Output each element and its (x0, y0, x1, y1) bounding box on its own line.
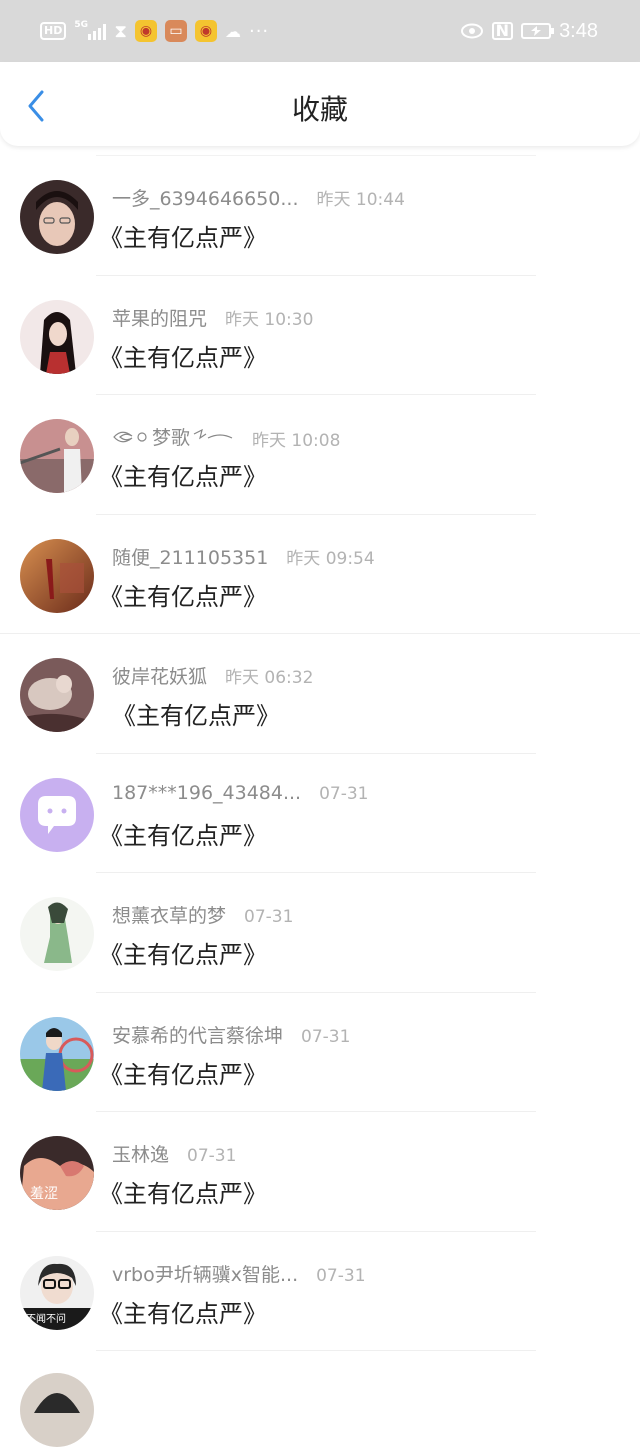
username[interactable]: 苹果的阻咒 (112, 304, 207, 331)
favorite-content[interactable]: 《主有亿点严》 (99, 338, 267, 373)
favorite-content[interactable]: 《主有亿点严》 (99, 1174, 267, 1209)
favorite-content[interactable]: 《主有亿点严》 (99, 577, 267, 612)
list-item[interactable]: 想薰衣草的梦 07-31 《主有亿点严》 (20, 872, 536, 992)
hourglass-icon: ⧗ (114, 20, 127, 42)
avatar[interactable]: 不闻不问 (20, 1255, 94, 1330)
favorite-content[interactable]: 《主有亿点严》 (99, 935, 267, 970)
item-meta: 一多_6394646650... 昨天 10:44 (112, 184, 405, 211)
item-meta: 梦歌 昨天 10:08 (112, 423, 340, 451)
timestamp: 昨天 09:54 (286, 548, 375, 569)
favorite-content[interactable]: 《主有亿点严》 (99, 1294, 267, 1329)
item-meta: 随便_211105351 昨天 09:54 (112, 543, 375, 570)
list-item[interactable]: 一多_6394646650... 昨天 10:44 《主有亿点严》 (20, 155, 536, 275)
item-meta: 苹果的阻咒 昨天 10:30 (112, 304, 313, 331)
timestamp: 07-31 (187, 1146, 237, 1166)
list-item[interactable]: 不闻不问 vrbo尹圻辆骥x智能... 07-31 《主有亿点严》 (20, 1230, 536, 1351)
list-item[interactable]: 梦歌 昨天 10:08 《主有亿点严》 (20, 394, 536, 514)
page-title: 收藏 (291, 93, 348, 126)
item-meta: 想薰衣草的梦 07-31 (112, 901, 293, 928)
timestamp: 昨天 10:08 (252, 430, 341, 451)
timestamp: 07-31 (319, 783, 369, 804)
status-bar: HD 5G ⧗ ◉ ▭ ◉ ☁ ··· N 3:48 (0, 0, 640, 62)
item-meta: 187***196_43484... 07-31 (112, 782, 369, 804)
timestamp: 昨天 06:32 (225, 668, 314, 688)
avatar[interactable] (20, 180, 94, 254)
avatar[interactable] (20, 658, 94, 732)
avatar[interactable] (20, 1016, 94, 1091)
timestamp: 07-31 (301, 1026, 351, 1047)
avatar[interactable] (20, 1373, 94, 1447)
username-text: 梦歌 (152, 427, 191, 449)
cloud-icon: ☁ (224, 21, 241, 41)
eye-icon (460, 23, 483, 39)
weibo-icon-2: ◉ (194, 20, 217, 42)
avatar[interactable] (20, 299, 94, 374)
timestamp: 07-31 (316, 1265, 366, 1286)
favorite-content[interactable]: 《主有亿点严》 (99, 218, 267, 253)
username[interactable]: 玉林逸 (112, 1140, 169, 1167)
hd-icon: HD (40, 22, 67, 40)
list-item-partial[interactable] (20, 1350, 536, 1447)
favorite-content[interactable]: 《主有亿点严》 (99, 1055, 267, 1090)
item-meta: 安慕希的代言蔡徐坤 07-31 (112, 1021, 350, 1048)
favorites-list: 一多_6394646650... 昨天 10:44 《主有亿点严》 苹果的阻咒 … (0, 155, 640, 1447)
avatar[interactable] (20, 897, 94, 971)
item-meta: 彼岸花妖狐 昨天 06:32 (112, 662, 313, 689)
battery-icon (521, 23, 555, 39)
timestamp: 昨天 10:30 (225, 309, 314, 330)
signal-icon: 5G (74, 20, 107, 40)
username[interactable]: 想薰衣草的梦 (112, 901, 226, 928)
username[interactable]: vrbo尹圻辆骥x智能... (112, 1260, 298, 1287)
avatar-text: 羞涩 (30, 1186, 58, 1202)
message-icon: ▭ (164, 20, 187, 42)
status-right: N 3:48 (460, 20, 598, 43)
avatar[interactable] (20, 419, 94, 493)
item-meta: vrbo尹圻辆骥x智能... 07-31 (112, 1260, 366, 1287)
favorite-content[interactable]: 《主有亿点严》 (99, 457, 267, 492)
timestamp: 昨天 10:44 (316, 190, 405, 210)
decorative-wing-icon (113, 431, 147, 442)
decorative-wing-icon-right (193, 428, 233, 439)
list-item[interactable]: 羞涩 玉林逸 07-31 《主有亿点严》 (20, 1111, 536, 1231)
list-item[interactable]: 彼岸花妖狐 昨天 06:32 《主有亿点严》 (0, 633, 640, 753)
avatar-text: 不闻不问 (26, 1312, 66, 1325)
list-item[interactable]: 苹果的阻咒 昨天 10:30 《主有亿点严》 (20, 274, 536, 395)
username[interactable]: 随便_211105351 (112, 543, 268, 570)
username[interactable]: 安慕希的代言蔡徐坤 (112, 1021, 283, 1048)
status-left: HD 5G ⧗ ◉ ▭ ◉ ☁ ··· (40, 20, 269, 42)
favorite-content[interactable]: 《主有亿点严》 (99, 816, 267, 851)
timestamp: 07-31 (244, 907, 294, 927)
username[interactable]: 187***196_43484... (112, 782, 301, 804)
list-item[interactable]: 随便_211105351 昨天 09:54 《主有亿点严》 (20, 513, 536, 634)
more-notifications-icon: ··· (248, 20, 270, 42)
weibo-icon: ◉ (134, 20, 157, 42)
header: 收藏 (0, 62, 640, 146)
username[interactable]: 彼岸花妖狐 (112, 662, 207, 689)
avatar[interactable] (20, 777, 94, 852)
status-time: 3:48 (559, 19, 598, 42)
favorite-content[interactable]: 《主有亿点严》 (112, 696, 280, 731)
username[interactable]: 一多_6394646650... (112, 184, 299, 211)
username[interactable]: 梦歌 (112, 423, 234, 450)
avatar[interactable]: 羞涩 (20, 1136, 94, 1210)
list-item[interactable]: 187***196_43484... 07-31 《主有亿点严》 (20, 752, 536, 873)
item-meta: 玉林逸 07-31 (112, 1140, 236, 1167)
avatar[interactable] (20, 538, 94, 613)
nfc-icon: N (491, 22, 514, 40)
list-item[interactable]: 安慕希的代言蔡徐坤 07-31 《主有亿点严》 (20, 991, 536, 1112)
